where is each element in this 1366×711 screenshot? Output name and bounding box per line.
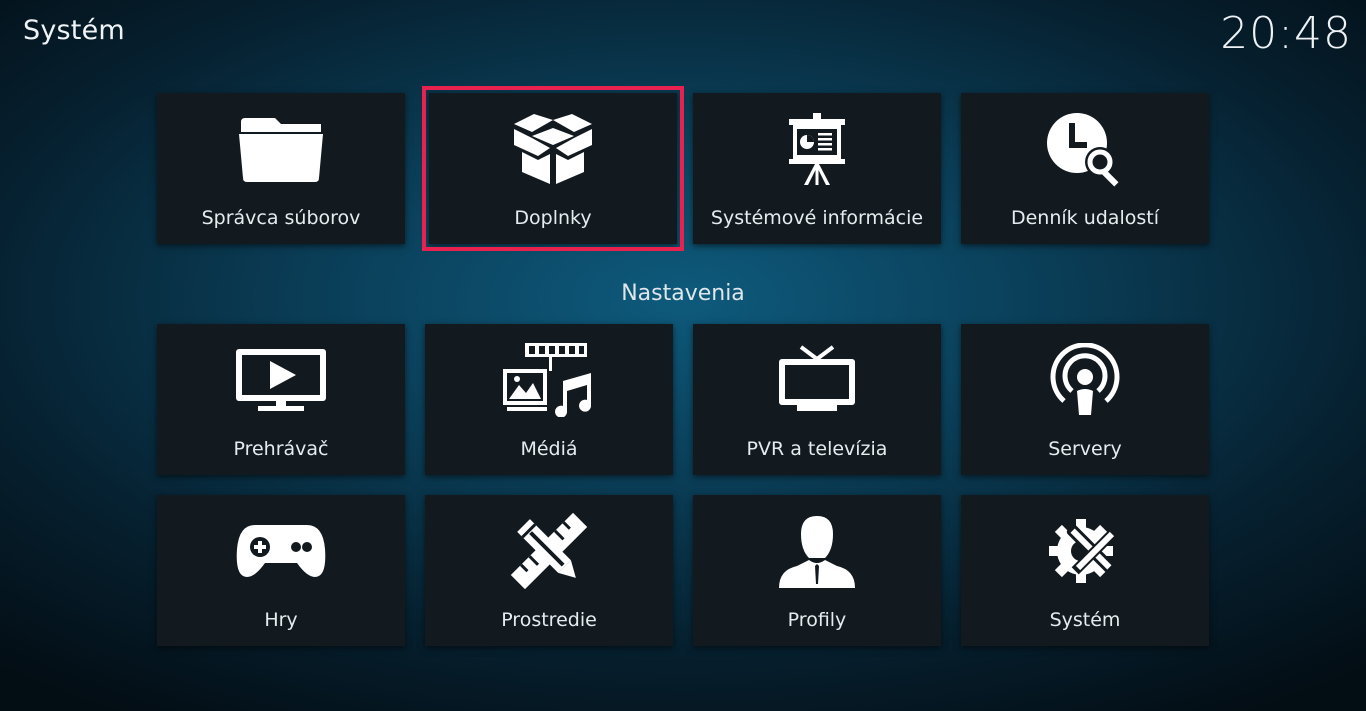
tile-label: Systémové informácie bbox=[710, 207, 924, 229]
tile-games[interactable]: Hry bbox=[157, 495, 405, 646]
section-title: Nastavenia bbox=[621, 281, 745, 306]
tile-label: Prehrávač bbox=[233, 438, 329, 460]
clock-search-icon bbox=[1035, 111, 1135, 187]
tile-servers[interactable]: Servery bbox=[961, 324, 1209, 475]
broadcast-icon bbox=[1035, 342, 1135, 418]
pencil-ruler-icon bbox=[499, 513, 599, 589]
tile-system-settings[interactable]: Systém bbox=[961, 495, 1209, 646]
tile-label: Hry bbox=[264, 609, 298, 631]
gamepad-icon bbox=[231, 513, 331, 589]
tile-label: PVR a televízia bbox=[746, 438, 888, 460]
gear-wrench-icon bbox=[1035, 513, 1135, 589]
tile-label: Profily bbox=[787, 609, 847, 631]
tile-interface[interactable]: Prostredie bbox=[425, 495, 673, 646]
tile-label: Denník udalostí bbox=[1010, 207, 1159, 229]
tile-system-info[interactable]: Systémové informácie bbox=[693, 93, 941, 244]
tile-label: Systém bbox=[1049, 609, 1121, 631]
tile-label: Správca súborov bbox=[201, 207, 361, 229]
tv-antenna-icon bbox=[767, 342, 867, 418]
tile-profiles[interactable]: Profily bbox=[693, 495, 941, 646]
media-icon bbox=[499, 342, 599, 418]
tile-player[interactable]: Prehrávač bbox=[157, 324, 405, 475]
tile-file-manager[interactable]: Správca súborov bbox=[157, 93, 405, 244]
clock: 20:48 bbox=[1220, 8, 1352, 59]
tile-label: Médiá bbox=[520, 438, 578, 460]
monitor-play-icon bbox=[231, 342, 331, 418]
tile-label: Servery bbox=[1048, 438, 1122, 460]
user-profile-icon bbox=[767, 513, 867, 589]
tile-label: Prostredie bbox=[501, 609, 597, 631]
tile-media[interactable]: Médiá bbox=[425, 324, 673, 475]
box-icon bbox=[503, 111, 603, 187]
tile-event-log[interactable]: Denník udalostí bbox=[961, 93, 1209, 244]
presentation-board-icon bbox=[767, 111, 867, 187]
tile-label: Doplnky bbox=[514, 207, 592, 229]
window-title: Systém bbox=[23, 15, 125, 46]
tile-pvr-tv[interactable]: PVR a televízia bbox=[693, 324, 941, 475]
tile-addons[interactable]: Doplnky bbox=[422, 86, 684, 251]
folder-icon bbox=[231, 111, 331, 187]
